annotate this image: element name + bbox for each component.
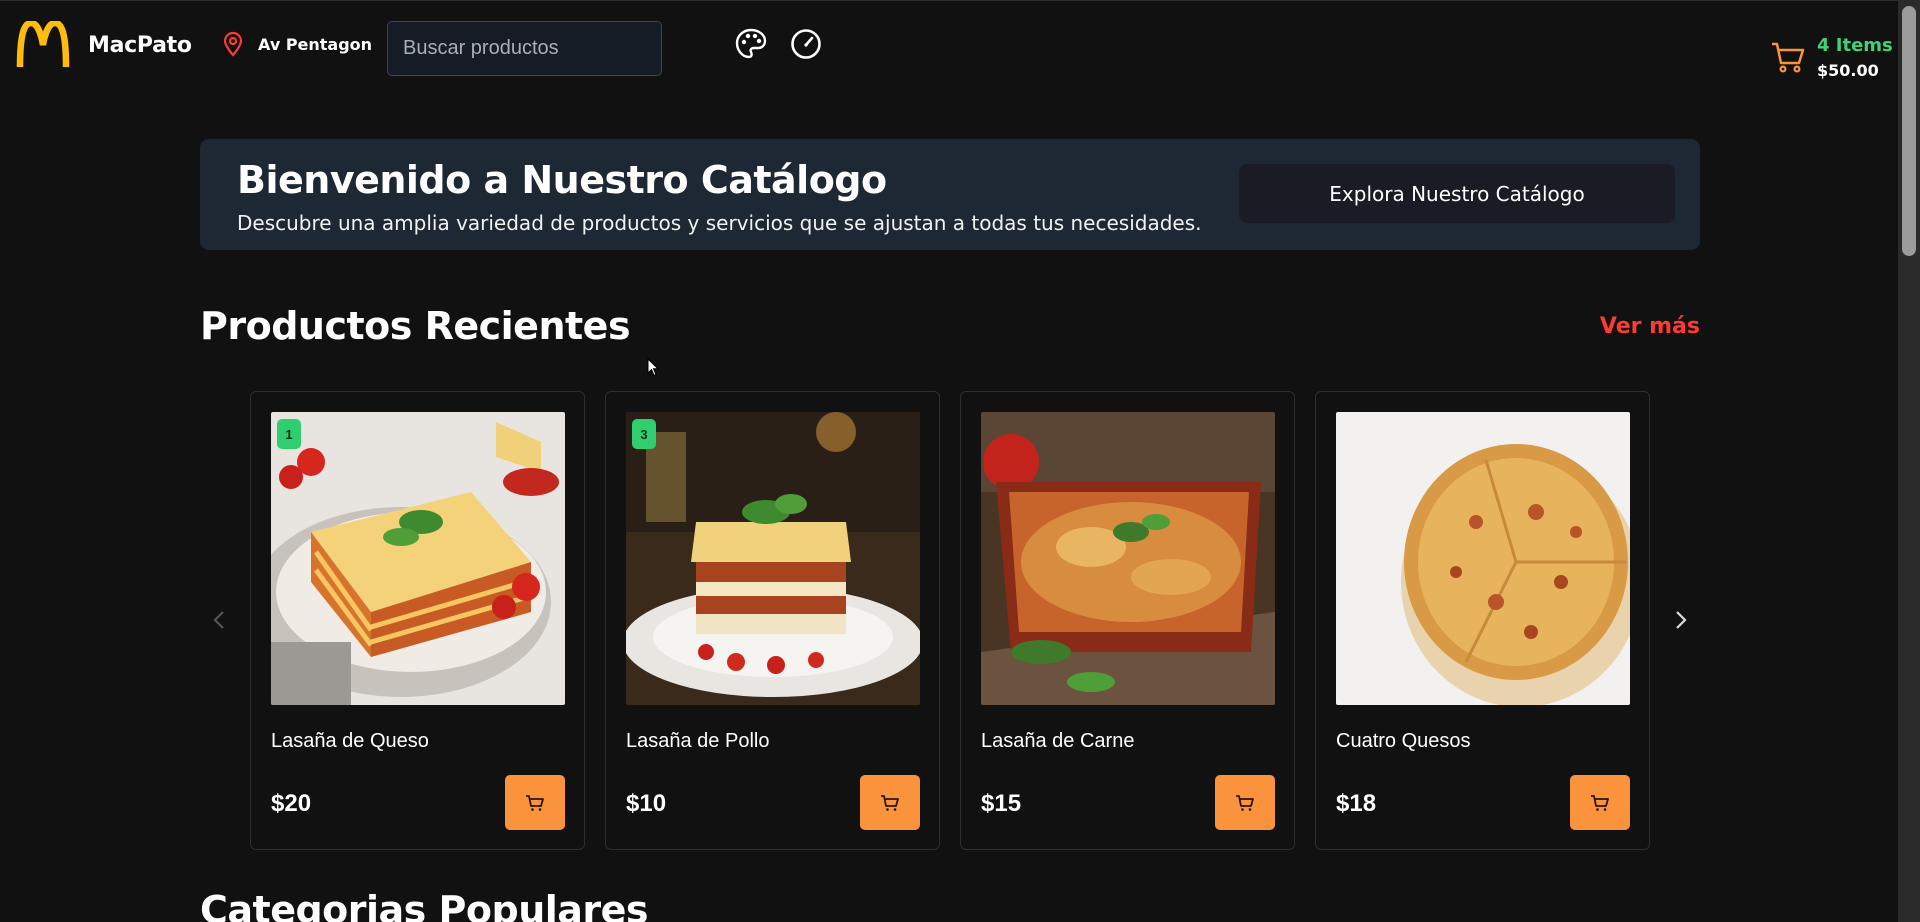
product-price: $15	[981, 790, 1022, 817]
product-image[interactable]: 1	[271, 412, 565, 705]
product-card[interactable]: 1 Lasaña de Queso $20	[250, 391, 585, 850]
product-price: $18	[1336, 790, 1377, 817]
carousel-prev-icon[interactable]	[208, 608, 232, 632]
map-pin-icon	[223, 31, 243, 57]
popular-categories-heading: Categorias Populares	[200, 888, 649, 922]
product-image[interactable]: 3	[626, 412, 920, 705]
lasagna-image	[271, 412, 565, 705]
cart-total: $50.00	[1817, 61, 1879, 80]
page-scrollbar[interactable]	[1898, 0, 1920, 922]
product-card[interactable]: Lasaña de Carne $15	[960, 391, 1295, 850]
product-card[interactable]: Cuatro Quesos $18	[1315, 391, 1650, 850]
cart-icon	[1236, 794, 1254, 811]
search-input[interactable]	[387, 21, 662, 76]
product-price: $20	[271, 790, 312, 817]
palette-icon[interactable]	[734, 27, 768, 61]
explore-catalog-button[interactable]: Explora Nuestro Catálogo	[1239, 164, 1675, 223]
cart-item-count: 4 Items	[1817, 35, 1893, 56]
pizza-image	[1336, 412, 1630, 705]
mouse-cursor-icon	[647, 358, 659, 377]
welcome-banner: Bienvenido a Nuestro Catálogo Descubre u…	[200, 139, 1700, 250]
top-navbar: MacPato Av Pentagon 4 Items $50.00	[0, 0, 1898, 100]
product-image[interactable]	[1336, 412, 1630, 705]
scrollbar-thumb[interactable]	[1902, 6, 1916, 256]
banner-title: Bienvenido a Nuestro Catálogo	[237, 158, 887, 202]
lasagna-image	[626, 412, 920, 705]
quantity-badge: 1	[277, 419, 301, 449]
golden-arches-logo[interactable]	[16, 21, 70, 69]
cart-icon	[526, 794, 544, 811]
see-more-link[interactable]: Ver más	[1600, 314, 1700, 339]
location-label: Av Pentagon	[258, 34, 373, 54]
shopping-cart-icon[interactable]	[1770, 39, 1806, 75]
cart-summary[interactable]: 4 Items $50.00	[1817, 35, 1893, 80]
lasagna-image	[981, 412, 1275, 705]
add-to-cart-button[interactable]	[1570, 775, 1630, 830]
cart-icon	[1591, 794, 1609, 811]
add-to-cart-button[interactable]	[505, 775, 565, 830]
recent-products-heading: Productos Recientes	[200, 304, 631, 348]
add-to-cart-button[interactable]	[860, 775, 920, 830]
gauge-icon[interactable]	[789, 27, 823, 61]
banner-subtitle: Descubre una amplia variedad de producto…	[237, 211, 1202, 235]
product-name[interactable]: Lasaña de Carne	[981, 730, 1134, 753]
product-name[interactable]: Lasaña de Pollo	[626, 730, 769, 753]
product-name[interactable]: Cuatro Quesos	[1336, 730, 1471, 753]
location-selector[interactable]: Av Pentagon	[222, 31, 372, 57]
cart-icon	[881, 794, 899, 811]
brand-name[interactable]: MacPato	[88, 33, 192, 58]
add-to-cart-button[interactable]	[1215, 775, 1275, 830]
product-price: $10	[626, 790, 667, 817]
product-image[interactable]	[981, 412, 1275, 705]
product-card[interactable]: 3 Lasaña de Pollo $10	[605, 391, 940, 850]
product-name[interactable]: Lasaña de Queso	[271, 730, 429, 753]
carousel-next-icon[interactable]	[1668, 608, 1692, 632]
quantity-badge: 3	[632, 419, 656, 449]
